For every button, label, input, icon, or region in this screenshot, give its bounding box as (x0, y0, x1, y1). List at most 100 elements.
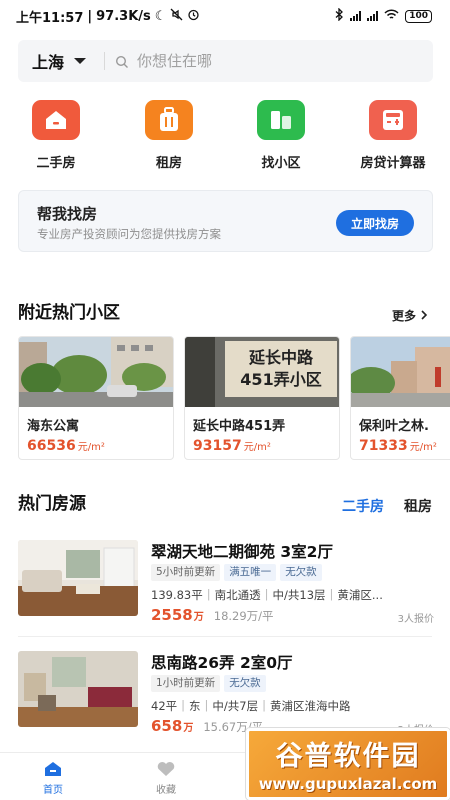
shortcut-rent[interactable]: 租房 (129, 100, 209, 171)
community-price: 93157 元/m² (193, 435, 271, 454)
house-icon (32, 100, 80, 140)
status-time: 上午11:57 (16, 10, 84, 26)
status-divider: | (87, 8, 93, 24)
listing-orientation: 南北通透 (214, 588, 261, 602)
community-price-unit: 元/m² (77, 442, 105, 453)
search-icon (115, 54, 129, 68)
listing-title: 翠湖天地二期御苑 3室2厅 (151, 543, 333, 561)
search-input[interactable] (137, 52, 397, 70)
status-right: 100 (335, 6, 432, 25)
home-icon (43, 761, 63, 777)
listing-report-count: 3人报价 (397, 614, 434, 625)
tab-rent[interactable]: 租房 (404, 496, 432, 516)
city-label: 上海 (32, 53, 65, 72)
listing-district: 黄浦区... (337, 588, 383, 602)
meta-separator: | (204, 698, 209, 712)
mute-icon (170, 8, 183, 25)
alarm-icon (187, 8, 200, 25)
luggage-icon (145, 100, 193, 140)
moon-icon: ☾ (154, 8, 167, 24)
community-price-value: 93157 (193, 438, 242, 454)
community-name: 保利叶之林. (359, 419, 429, 434)
meta-separator: | (329, 587, 334, 601)
nav-favorites[interactable]: 收藏 (136, 761, 196, 796)
listing-tags: 5小时前更新 满五唯一 无欠款 (151, 564, 322, 581)
listing-unit-price: 18.29万/平 (213, 609, 274, 623)
community-sign-line1: 延长中路 (248, 348, 314, 367)
listing-meta: 139.83平 | 南北通透 | 中/共13层 | 黄浦区... (151, 587, 383, 603)
nav-favorites-label: 收藏 (156, 785, 176, 796)
listing-tag: 无欠款 (224, 675, 266, 692)
site-watermark: 谷普软件园 www.gupuxlazal.com (246, 728, 450, 800)
search-divider (104, 52, 105, 70)
listing-area: 42平 (151, 699, 178, 713)
search-bar: 上海 (18, 40, 433, 82)
community-card[interactable]: 海东公寓 66536 元/m² (18, 336, 174, 460)
listing-price-unit: 万 (193, 612, 204, 623)
city-selector[interactable]: 上海 (18, 49, 98, 73)
listing-tag: 1小时前更新 (151, 675, 221, 692)
listing-district: 黄浦区淮海中路 (269, 699, 351, 713)
listing-orientation: 东 (189, 699, 201, 713)
shortcut-mortgage-calculator[interactable]: 房贷计算器 (353, 100, 433, 171)
listing-tag: 无欠款 (280, 564, 322, 581)
shortcut-label: 二手房 (36, 156, 76, 171)
nearby-section-title: 附近热门小区 (18, 303, 120, 323)
listing-tag: 5小时前更新 (151, 564, 221, 581)
chevron-right-icon (421, 309, 428, 323)
listing-total-price: 658 (151, 717, 183, 735)
listing-tabs: 二手房 租房 (342, 496, 432, 516)
shortcut-label: 租房 (155, 156, 182, 171)
shortcut-find-community[interactable]: 找小区 (241, 100, 321, 171)
community-price-value: 71333 (359, 438, 408, 454)
meta-separator: | (264, 587, 269, 601)
community-price-unit: 元/m² (243, 442, 271, 453)
watermark-title: 谷普软件园 (275, 741, 421, 772)
watermark-url: www.gupuxlazal.com (258, 775, 438, 793)
listing-item[interactable]: 翠湖天地二期御苑 3室2厅 5小时前更新 满五唯一 无欠款 139.83平 | 南… (18, 540, 438, 630)
meta-separator: | (262, 698, 266, 712)
nav-home-label: 首页 (43, 785, 63, 796)
nav-home[interactable]: 首页 (23, 761, 83, 796)
shortcut-second-hand[interactable]: 二手房 (16, 100, 96, 171)
community-name: 海东公寓 (27, 419, 80, 434)
calculator-icon (369, 100, 417, 140)
listing-meta: 42平 | 东 | 中/共7层 | 黄浦区淮海中路 (151, 698, 350, 714)
help-find-home-card[interactable]: 帮我找房 专业房产投资顾问为您提供找房方案 立即找房 (18, 190, 433, 252)
listing-tag: 满五唯一 (224, 564, 277, 581)
more-link[interactable]: 更多 (392, 307, 428, 324)
shortcut-label: 房贷计算器 (360, 156, 426, 171)
listing-price: 2558 万 18.29万/平 (151, 606, 274, 624)
community-card[interactable]: 保利叶之林. 71333 元/m² (350, 336, 450, 460)
listing-title: 思南路26弄 2室0厅 (151, 654, 293, 672)
caret-down-icon (74, 58, 87, 64)
listing-tags: 1小时前更新 无欠款 (151, 675, 266, 692)
community-price-unit: 元/m² (409, 442, 437, 453)
status-bar: 上午11:57 | 97.3K/s ☾ 100 (0, 0, 450, 32)
listing-photo (18, 651, 138, 727)
battery-icon: 100 (405, 9, 432, 23)
community-price: 71333 元/m² (359, 435, 437, 454)
shortcut-row: 二手房 租房 找小区 房贷计算器 (0, 100, 450, 171)
meta-separator: | (206, 587, 211, 601)
community-name: 延长中路451弄 (193, 419, 286, 434)
listing-floor: 中/共7层 (212, 699, 259, 713)
status-left: 上午11:57 | 97.3K/s ☾ (16, 7, 200, 26)
community-card[interactable]: 延长中路 451弄小区 延长中路451弄 93157 元/m² (184, 336, 340, 460)
shortcut-label: 找小区 (261, 156, 301, 171)
tab-second-hand[interactable]: 二手房 (342, 496, 384, 516)
heart-icon (156, 761, 176, 777)
listing-total-price: 2558 (151, 606, 193, 624)
community-price: 66536 元/m² (27, 435, 105, 454)
hot-listings-title: 热门房源 (18, 494, 86, 514)
more-label: 更多 (391, 309, 416, 323)
community-photo: 延长中路 451弄小区 (185, 337, 339, 407)
listing-photo (18, 540, 138, 616)
find-now-button[interactable]: 立即找房 (336, 210, 414, 236)
signal-icon-2 (367, 11, 379, 21)
community-price-value: 66536 (27, 438, 76, 454)
listing-floor: 中/共13层 (272, 588, 326, 602)
community-photo (19, 337, 173, 407)
community-photo (351, 337, 450, 407)
listing-area: 139.83平 (151, 588, 203, 602)
